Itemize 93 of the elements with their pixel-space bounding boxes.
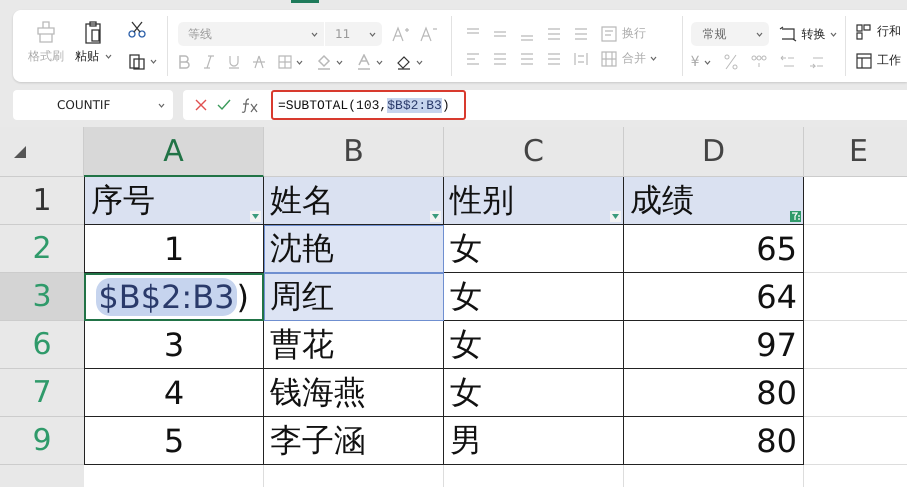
caret-icon[interactable]: [104, 54, 112, 59]
caret-icon[interactable]: [416, 60, 423, 64]
table-cell: 80: [624, 417, 804, 465]
font-color-button[interactable]: [356, 54, 383, 70]
table-cell: 女: [444, 321, 624, 369]
caret-icon[interactable]: [432, 214, 439, 219]
rows-columns-button[interactable]: 行和: [856, 23, 901, 40]
bold-icon[interactable]: [178, 55, 190, 69]
caret-icon[interactable]: [310, 32, 318, 36]
increase-font-icon[interactable]: [392, 26, 410, 42]
caret-icon[interactable]: [158, 102, 165, 108]
filter-dropdown-button[interactable]: [610, 211, 621, 222]
table-cell: 3: [84, 321, 264, 369]
name-box[interactable]: COUNTIF: [13, 90, 173, 120]
table-cell: 80: [624, 369, 804, 417]
number-format-dropdown[interactable]: 常规: [690, 22, 769, 46]
eraser-icon[interactable]: [396, 54, 412, 70]
table-cell: 沈艳: [264, 225, 444, 273]
align-right-icon[interactable]: [520, 52, 534, 66]
caret-icon[interactable]: [650, 56, 657, 61]
table-cell: 男: [444, 417, 624, 465]
column-header[interactable]: E: [804, 127, 907, 177]
justify-icon[interactable]: [547, 52, 561, 66]
table-header-text: 姓名: [270, 180, 334, 220]
merge-icon[interactable]: [601, 50, 617, 66]
font-color-icon[interactable]: [356, 54, 372, 70]
caret-icon[interactable]: [376, 60, 383, 64]
function-icon[interactable]: [241, 97, 259, 113]
italic-icon[interactable]: [202, 55, 215, 69]
wrap-icon[interactable]: [601, 26, 617, 42]
column-header[interactable]: B: [264, 127, 444, 177]
table-cell: 女: [444, 225, 624, 273]
table-cell: 钱海燕: [264, 369, 444, 417]
caret-icon[interactable]: [336, 60, 343, 64]
triangle-icon[interactable]: [12, 144, 26, 158]
borders-button[interactable]: [278, 55, 303, 69]
row-header[interactable]: 2: [0, 225, 84, 273]
row-header[interactable]: 7: [0, 369, 84, 417]
tab-indicator: [291, 0, 319, 3]
table-header-text: 成绩: [630, 180, 694, 220]
underline-icon[interactable]: [228, 55, 240, 69]
caret-icon[interactable]: [756, 32, 763, 36]
worksheet-icon[interactable]: [856, 52, 872, 68]
strikethrough-icon[interactable]: [252, 55, 265, 69]
caret-icon[interactable]: [612, 214, 619, 219]
column-header[interactable]: D: [624, 127, 804, 177]
fill-color-button[interactable]: [316, 54, 343, 70]
percent-icon[interactable]: [724, 54, 738, 70]
scissors-icon[interactable]: [128, 20, 146, 38]
cancel-icon[interactable]: [195, 99, 207, 111]
align-center-icon[interactable]: [493, 52, 507, 66]
table-cell: 女: [444, 273, 624, 321]
rows-columns-icon[interactable]: [856, 24, 872, 40]
worksheet-button[interactable]: 工作: [856, 52, 901, 69]
formula-input[interactable]: =SUBTOTAL(103,$B$2:B3): [271, 90, 466, 120]
copy-button[interactable]: [128, 52, 157, 70]
filter-dropdown-button[interactable]: [430, 211, 441, 222]
caret-icon[interactable]: [368, 32, 376, 36]
paste-button[interactable]: 粘贴: [74, 20, 112, 65]
table-cell: 曹花: [264, 321, 444, 369]
align-left-icon[interactable]: [466, 52, 480, 66]
row-header[interactable]: 1: [0, 177, 84, 225]
filter-dropdown-button[interactable]: [250, 211, 261, 222]
convert-button[interactable]: 转换: [778, 26, 837, 42]
increase-indent-icon[interactable]: [574, 26, 588, 40]
caret-icon[interactable]: [150, 58, 157, 64]
caret-icon[interactable]: [252, 214, 259, 219]
decrease-indent-icon[interactable]: [547, 26, 561, 40]
table-cell: 4: [84, 369, 264, 417]
caret-icon[interactable]: [830, 32, 837, 36]
table-cell: 女: [444, 369, 624, 417]
column-header[interactable]: A: [84, 127, 264, 177]
caret-icon[interactable]: [296, 60, 303, 64]
active-cell-editor[interactable]: $B$2:B3): [84, 273, 264, 321]
clear-button[interactable]: [396, 54, 423, 70]
row-header[interactable]: 6: [0, 321, 84, 369]
table-header-text: 序号: [91, 180, 155, 220]
table-header-text: 性别: [450, 180, 514, 220]
table-cell: 李子涵: [264, 417, 444, 465]
table-cell: 97: [624, 321, 804, 369]
table-cell: 周红: [264, 273, 444, 321]
convert-icon[interactable]: [778, 26, 797, 42]
caret-icon[interactable]: [704, 60, 711, 64]
table-cell: 5: [84, 417, 264, 465]
row-header[interactable]: 9: [0, 417, 84, 465]
thousands-separator-icon[interactable]: [750, 54, 767, 70]
distributed-icon[interactable]: [574, 52, 588, 66]
table-cell: 64: [624, 273, 804, 321]
column-header[interactable]: C: [444, 127, 624, 177]
decrease-font-icon[interactable]: [420, 26, 438, 42]
confirm-icon[interactable]: [217, 99, 231, 111]
copy-icon[interactable]: [128, 52, 146, 70]
table-cell: 65: [624, 225, 804, 273]
